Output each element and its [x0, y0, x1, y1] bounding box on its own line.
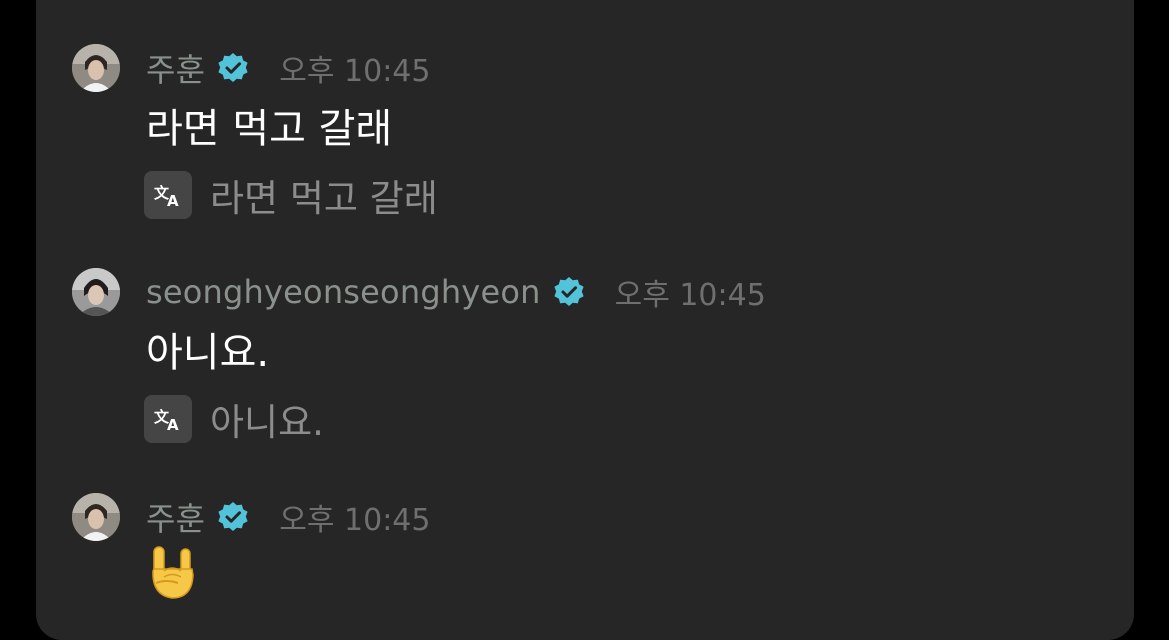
translate-icon[interactable]: 文 A	[144, 395, 192, 443]
avatar[interactable]	[72, 268, 120, 316]
timestamp: 오후 10:45	[279, 54, 431, 89]
translation-row: 文 A 아니요.	[144, 392, 324, 446]
timestamp: 오후 10:45	[614, 278, 766, 313]
message-header: 주훈 오후 10:45	[146, 44, 430, 92]
username[interactable]: 주훈	[146, 494, 205, 540]
rock-on-hand-emoji	[148, 543, 200, 601]
translation-text: 라면 먹고 갈래	[210, 177, 438, 220]
message-header: 주훈 오후 10:45	[146, 493, 430, 541]
message-header: seonghyeonseonghyeon 오후 10:45	[146, 268, 766, 316]
timestamp: 오후 10:45	[279, 503, 431, 538]
translate-icon[interactable]: 文 A	[144, 171, 192, 219]
message-text: 라면 먹고 갈래	[146, 106, 393, 152]
translation-row: 文 A 라면 먹고 갈래	[144, 168, 438, 222]
avatar[interactable]	[72, 44, 120, 92]
verified-badge-icon	[217, 501, 249, 533]
username[interactable]: seonghyeonseonghyeon	[146, 273, 541, 311]
avatar[interactable]	[72, 493, 120, 541]
svg-text:A: A	[167, 192, 179, 208]
translation-text: 아니요.	[210, 401, 324, 444]
chat-panel: 주훈 오후 10:45 라면 먹고 갈래 文 A 라면 먹고 갈래 seongh…	[36, 0, 1134, 640]
verified-badge-icon	[217, 52, 249, 84]
message-text: 아니요.	[146, 330, 270, 376]
verified-badge-icon	[553, 276, 585, 308]
svg-text:A: A	[167, 416, 179, 432]
username[interactable]: 주훈	[146, 45, 205, 91]
